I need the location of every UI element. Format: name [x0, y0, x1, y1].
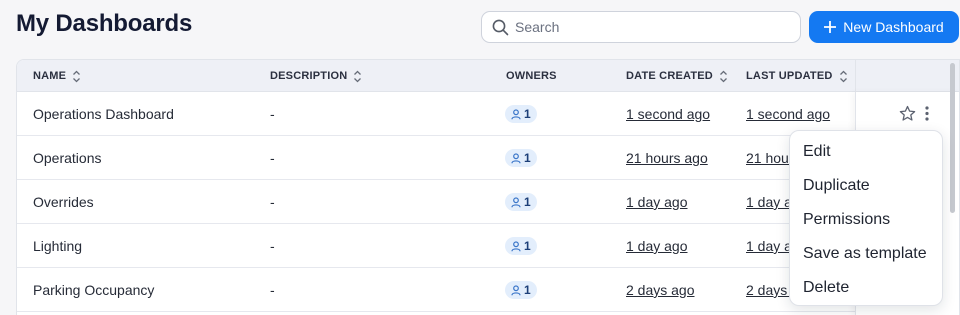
owners-badge[interactable]: 1	[505, 237, 537, 255]
row-context-menu: Edit Duplicate Permissions Save as templ…	[789, 130, 943, 306]
column-label: LAST UPDATED	[746, 70, 833, 82]
column-header-date-created[interactable]: DATE CREATED	[626, 60, 728, 92]
column-header-description[interactable]: DESCRIPTION	[270, 60, 362, 92]
column-header-owners: OWNERS	[506, 60, 557, 92]
search-input[interactable]	[515, 19, 785, 35]
description-cell: -	[270, 106, 275, 122]
menu-item-delete[interactable]: Delete	[790, 271, 942, 305]
column-header-name[interactable]: NAME	[33, 60, 81, 92]
menu-item-permissions[interactable]: Permissions	[790, 203, 942, 237]
search-box[interactable]	[481, 11, 801, 43]
owners-count: 1	[524, 195, 531, 209]
column-divider	[855, 60, 856, 92]
date-created-link[interactable]: 2 days ago	[626, 268, 695, 312]
owners-count: 1	[524, 151, 531, 165]
last-updated-link[interactable]: 1 day a	[746, 180, 792, 224]
more-vertical-icon[interactable]	[924, 105, 930, 122]
dashboard-name-link[interactable]: Operations	[33, 136, 101, 180]
user-icon	[511, 196, 521, 207]
star-icon[interactable]	[899, 105, 916, 122]
user-icon	[511, 152, 521, 163]
menu-item-save-as-template[interactable]: Save as template	[790, 237, 942, 271]
description-cell: -	[270, 194, 275, 210]
owners-badge[interactable]: 1	[505, 193, 537, 211]
sort-icon[interactable]	[719, 70, 728, 83]
owners-badge[interactable]: 1	[505, 105, 537, 123]
date-created-link[interactable]: 1 second ago	[626, 92, 710, 136]
owners-count: 1	[524, 107, 531, 121]
last-updated-link[interactable]: 1 day a	[746, 224, 792, 268]
dashboard-name-link[interactable]: Parking Occupancy	[33, 268, 154, 312]
description-cell: -	[270, 150, 275, 166]
new-dashboard-button[interactable]: New Dashboard	[809, 11, 959, 43]
dashboard-name-link[interactable]: Lighting	[33, 224, 82, 268]
column-label: NAME	[33, 70, 67, 82]
owners-count: 1	[524, 239, 531, 253]
owners-badge[interactable]: 1	[505, 149, 537, 167]
owners-cell: 1	[505, 136, 537, 180]
menu-item-edit[interactable]: Edit	[790, 135, 942, 169]
column-label: DESCRIPTION	[270, 70, 348, 82]
user-icon	[511, 240, 521, 251]
owners-cell: 1	[505, 180, 537, 224]
scrollbar-thumb[interactable]	[950, 63, 955, 213]
date-created-link[interactable]: 21 hours ago	[626, 136, 708, 180]
description-cell: -	[270, 282, 275, 298]
page-title: My Dashboards	[16, 10, 193, 37]
search-icon	[492, 19, 509, 35]
dashboard-name-link[interactable]: Operations Dashboard	[33, 92, 174, 136]
owners-cell: 1	[505, 92, 537, 136]
sort-icon[interactable]	[839, 70, 848, 83]
owners-badge[interactable]: 1	[505, 281, 537, 299]
date-created-link[interactable]: 1 day ago	[626, 180, 688, 224]
sort-icon[interactable]	[353, 70, 362, 83]
owners-count: 1	[524, 283, 531, 297]
description-cell: -	[270, 238, 275, 254]
table-header: NAME DESCRIPTION OWNERS DATE CREATED LAS…	[17, 60, 959, 92]
user-icon	[511, 284, 521, 295]
date-created-link[interactable]: 1 day ago	[626, 224, 688, 268]
row-actions	[899, 105, 930, 122]
plus-icon	[824, 21, 837, 33]
sort-icon[interactable]	[72, 70, 81, 83]
dashboard-name-link[interactable]: Overrides	[33, 180, 94, 224]
owners-cell: 1	[505, 224, 537, 268]
user-icon	[511, 108, 521, 119]
last-updated-link[interactable]: 21 hour	[746, 136, 793, 180]
owners-cell: 1	[505, 268, 537, 312]
new-dashboard-label: New Dashboard	[843, 19, 944, 35]
menu-item-duplicate[interactable]: Duplicate	[790, 169, 942, 203]
column-header-last-updated[interactable]: LAST UPDATED	[746, 60, 848, 92]
column-label: DATE CREATED	[626, 70, 713, 82]
column-label: OWNERS	[506, 70, 557, 82]
